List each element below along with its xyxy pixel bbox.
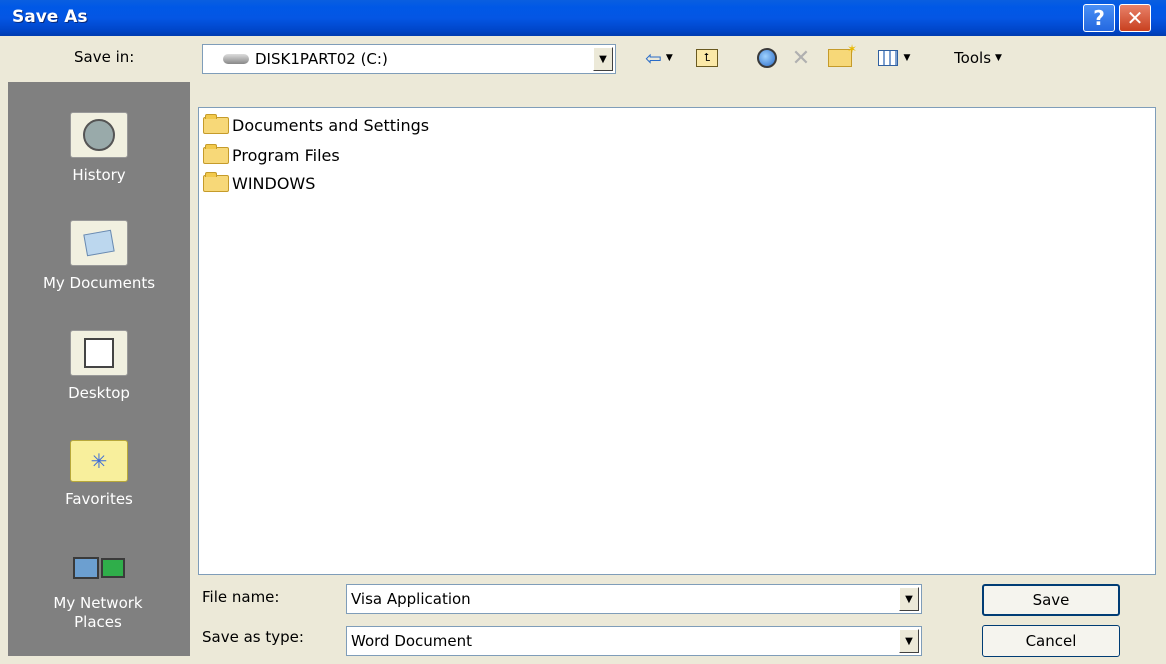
favorites-icon: ✳ — [70, 440, 128, 482]
folder-icon — [203, 113, 229, 134]
up-folder-icon: ⮤ — [696, 49, 718, 67]
list-item[interactable]: WINDOWS — [203, 171, 316, 194]
place-label: My Network Places — [53, 594, 143, 631]
search-web-button[interactable] — [752, 45, 782, 71]
my-documents-icon — [70, 220, 128, 266]
chevron-down-icon[interactable]: ▼ — [899, 587, 919, 611]
save-as-type-label: Save as type: — [202, 628, 304, 646]
file-name-value: Visa Application — [351, 590, 471, 608]
drive-icon — [223, 54, 249, 64]
place-my-network-places[interactable]: My Network Places — [8, 546, 190, 632]
close-button[interactable]: ✕ — [1119, 4, 1151, 32]
save-in-value: DISK1PART02 (C:) — [255, 50, 388, 68]
views-dropdown-icon: ▼ — [903, 53, 911, 63]
cancel-button[interactable]: Cancel — [982, 625, 1120, 657]
place-label: My Documents — [42, 274, 156, 292]
place-label: Favorites — [65, 490, 133, 508]
save-button[interactable]: Save — [982, 584, 1120, 616]
back-dropdown-icon: ▼ — [665, 53, 673, 63]
file-name-field[interactable]: Visa Application ▼ — [346, 584, 922, 614]
place-favorites[interactable]: ✳ Favorites — [8, 440, 190, 508]
folder-icon — [203, 143, 229, 164]
network-places-icon — [71, 546, 127, 590]
place-desktop[interactable]: Desktop — [8, 330, 190, 402]
new-folder-icon: ✶ — [828, 42, 857, 67]
views-icon — [877, 50, 898, 66]
list-item[interactable]: Program Files — [203, 143, 340, 166]
chevron-down-icon[interactable]: ▼ — [593, 47, 613, 71]
file-list[interactable]: Documents and Settings Program Files WIN… — [198, 107, 1156, 575]
folder-icon — [203, 171, 229, 192]
place-label: History — [72, 166, 126, 184]
tools-menu[interactable]: Tools ▼ — [930, 45, 1026, 71]
file-name: WINDOWS — [232, 173, 316, 193]
list-item[interactable]: Documents and Settings — [203, 113, 430, 136]
places-bar: History My Documents Desktop ✳ Favorites… — [8, 82, 190, 656]
place-my-documents[interactable]: My Documents — [8, 220, 190, 292]
delete-button[interactable]: ✕ — [786, 45, 816, 71]
back-button[interactable]: ⇦ ▼ — [636, 45, 682, 71]
delete-icon: ✕ — [791, 45, 811, 71]
search-web-icon — [757, 48, 777, 68]
new-folder-button[interactable]: ✶ — [822, 42, 858, 71]
views-button[interactable]: ▼ — [864, 45, 924, 71]
save-in-label: Save in: — [74, 48, 135, 66]
chevron-down-icon[interactable]: ▼ — [899, 629, 919, 653]
place-label: Desktop — [68, 384, 130, 402]
tools-label: Tools — [954, 49, 992, 67]
back-arrow-icon: ⇦ — [645, 46, 662, 70]
title-bar[interactable]: Save As ? ✕ — [0, 0, 1166, 36]
file-name: Program Files — [232, 145, 340, 165]
history-icon — [70, 112, 128, 158]
desktop-icon — [70, 330, 128, 376]
tools-dropdown-icon: ▼ — [995, 53, 1002, 63]
file-name: Documents and Settings — [232, 115, 430, 135]
save-in-dropdown[interactable]: DISK1PART02 (C:) ▼ — [202, 44, 616, 74]
up-folder-button[interactable]: ⮤ — [692, 45, 722, 71]
help-button[interactable]: ? — [1083, 4, 1115, 32]
save-as-type-dropdown[interactable]: Word Document ▼ — [346, 626, 922, 656]
place-history[interactable]: History — [8, 112, 190, 184]
file-name-label: File name: — [202, 588, 280, 606]
save-as-type-value: Word Document — [351, 632, 473, 650]
window-title: Save As — [12, 7, 88, 27]
